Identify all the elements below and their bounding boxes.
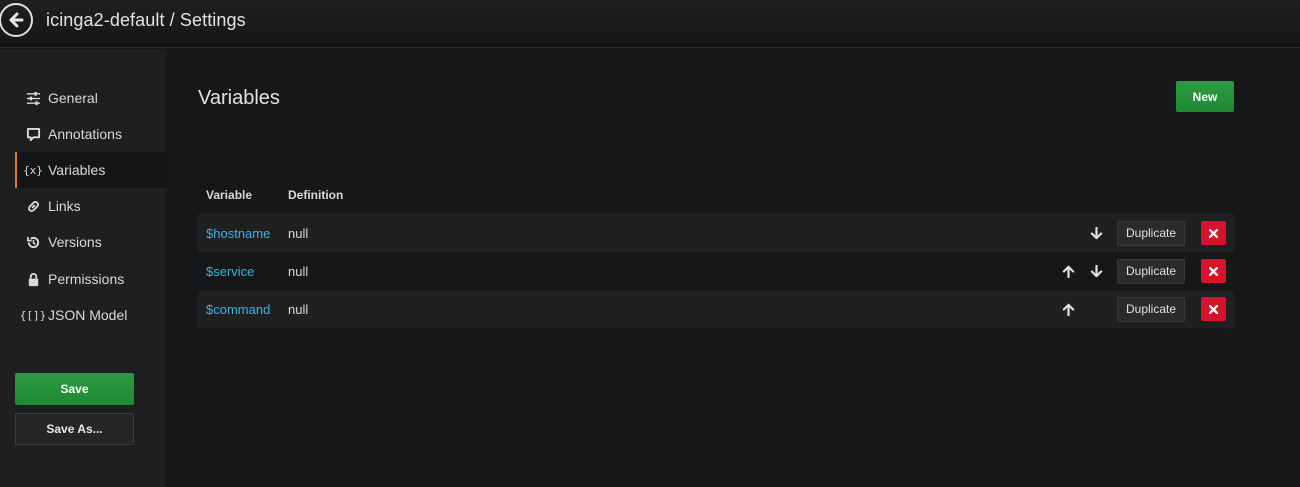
delete-button[interactable] <box>1201 259 1226 283</box>
table-row: $hostname null Duplicate <box>198 214 1234 252</box>
sidebar-item-json-model[interactable]: {[]} JSON Model <box>15 297 166 333</box>
back-arrow-icon[interactable] <box>0 3 33 37</box>
variable-name-link[interactable]: $hostname <box>206 226 270 241</box>
sidebar-item-variables[interactable]: {x} Variables <box>15 152 166 188</box>
column-header-definition: Definition <box>288 188 344 202</box>
page-title: Variables <box>198 87 280 109</box>
top-navbar: icinga2-default / Settings <box>0 0 1300 48</box>
sidebar-item-label: JSON Model <box>48 307 128 323</box>
sliders-icon <box>25 90 41 106</box>
close-icon <box>1209 228 1218 238</box>
table-row: $service null Duplicate <box>198 252 1234 290</box>
duplicate-button[interactable]: Duplicate <box>1117 258 1185 284</box>
arrow-up-icon[interactable] <box>1061 302 1075 316</box>
variable-definition: null <box>288 225 309 241</box>
history-icon <box>25 234 41 250</box>
comment-icon <box>25 126 41 142</box>
sidebar-item-general[interactable]: General <box>15 80 166 116</box>
table-row: $command null Duplicate <box>198 290 1234 328</box>
sidebar-item-permissions[interactable]: Permissions <box>15 261 166 297</box>
new-variable-button[interactable]: New <box>1176 81 1234 112</box>
variable-definition: null <box>288 301 309 317</box>
json-icon: {[]} <box>19 308 47 322</box>
settings-sidebar: General Annotations {x} Variables Links … <box>0 49 166 487</box>
sidebar-item-versions[interactable]: Versions <box>15 224 166 260</box>
delete-button[interactable] <box>1201 221 1226 245</box>
arrow-up-icon[interactable] <box>1061 264 1075 278</box>
lock-icon <box>25 271 41 287</box>
sidebar-item-label: Variables <box>48 162 106 178</box>
variable-name-link[interactable]: $service <box>206 264 254 279</box>
duplicate-button[interactable]: Duplicate <box>1117 220 1185 246</box>
duplicate-button[interactable]: Duplicate <box>1117 296 1185 322</box>
arrow-down-icon[interactable] <box>1089 226 1103 240</box>
sidebar-item-label: Links <box>48 198 81 214</box>
sidebar-item-label: Annotations <box>48 126 122 142</box>
close-icon <box>1209 266 1218 276</box>
close-icon <box>1209 304 1218 314</box>
sidebar-item-label: Permissions <box>48 271 125 287</box>
variable-name-link[interactable]: $command <box>206 302 270 317</box>
column-header-variable: Variable <box>206 188 253 202</box>
link-icon <box>25 198 41 214</box>
delete-button[interactable] <box>1201 297 1226 321</box>
sidebar-item-links[interactable]: Links <box>15 188 166 224</box>
sidebar-item-annotations[interactable]: Annotations <box>15 116 166 152</box>
variable-definition: null <box>288 263 309 279</box>
sidebar-item-label: General <box>48 90 98 106</box>
variable-icon: {x} <box>23 163 43 177</box>
save-as-button[interactable]: Save As... <box>15 413 134 445</box>
page-breadcrumb-title: icinga2-default / Settings <box>46 10 246 30</box>
save-button[interactable]: Save <box>15 373 134 405</box>
sidebar-item-label: Versions <box>48 234 102 250</box>
arrow-down-icon[interactable] <box>1089 264 1103 278</box>
